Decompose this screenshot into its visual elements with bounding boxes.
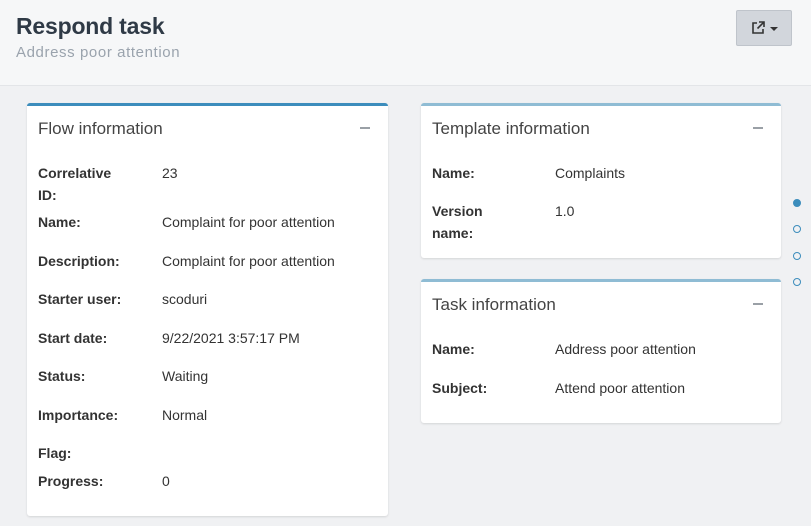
flow-field-value: scoduri: [162, 291, 208, 307]
flow-field-label: Starter user:: [38, 291, 122, 307]
flow-field-label: Status:: [38, 368, 86, 384]
flow-field-label: Importance:: [38, 407, 119, 423]
template-field-label: Version name:: [432, 203, 483, 241]
flow-field-label: Flag:: [38, 445, 72, 461]
template-field-value: Complaints: [555, 165, 626, 181]
flow-field-label: Progress:: [38, 473, 104, 489]
task-panel-collapse-button[interactable]: [745, 294, 771, 314]
flow-information-panel: Flow information Correlative ID: 23 Name…: [27, 103, 388, 516]
flow-field-label: Correlative ID:: [38, 165, 112, 203]
section-dot[interactable]: [793, 199, 801, 207]
flow-field-label: Description:: [38, 253, 120, 269]
flow-field-value: Waiting: [162, 368, 209, 384]
template-information-panel: Template information Name: Complaints Ve…: [421, 103, 781, 258]
minus-icon: [360, 127, 370, 129]
minus-icon: [753, 127, 763, 129]
flow-field-value: 9/22/2021 3:57:17 PM: [162, 330, 300, 346]
section-dot[interactable]: [793, 225, 801, 233]
section-dot[interactable]: [793, 278, 801, 286]
task-field-value: Attend poor attention: [555, 380, 685, 396]
minus-icon: [753, 303, 763, 305]
task-panel-title: Task information: [432, 295, 556, 314]
flow-panel-collapse-button[interactable]: [352, 118, 378, 138]
flow-field-value: 23: [162, 165, 178, 181]
page-subtitle: Address poor attention: [16, 44, 181, 61]
flow-field-value: 0: [162, 473, 170, 489]
flow-field-label: Start date:: [38, 330, 108, 346]
caret-down-icon: [770, 27, 778, 31]
flow-field-value: Complaint for poor attention: [162, 214, 335, 230]
external-link-icon: [750, 20, 766, 36]
page-title: Respond task: [16, 13, 165, 39]
task-field-value: Address poor attention: [555, 341, 696, 357]
task-field-label: Subject:: [432, 380, 488, 396]
template-panel-title: Template information: [432, 119, 590, 138]
task-field-label: Name:: [432, 341, 475, 357]
flow-field-label: Name:: [38, 214, 81, 230]
flow-field-value: Normal: [162, 407, 208, 423]
open-external-dropdown-button[interactable]: [736, 10, 792, 46]
page-header: Respond task Address poor attention: [0, 0, 811, 86]
template-panel-collapse-button[interactable]: [745, 118, 771, 138]
flow-panel-title: Flow information: [38, 119, 163, 138]
section-dot[interactable]: [793, 252, 801, 260]
template-field-label: Name:: [432, 165, 475, 181]
task-information-panel: Task information Name: Address poor atte…: [421, 279, 781, 423]
flow-field-value: Complaint for poor attention: [162, 253, 335, 269]
template-field-value: 1.0: [555, 203, 575, 219]
